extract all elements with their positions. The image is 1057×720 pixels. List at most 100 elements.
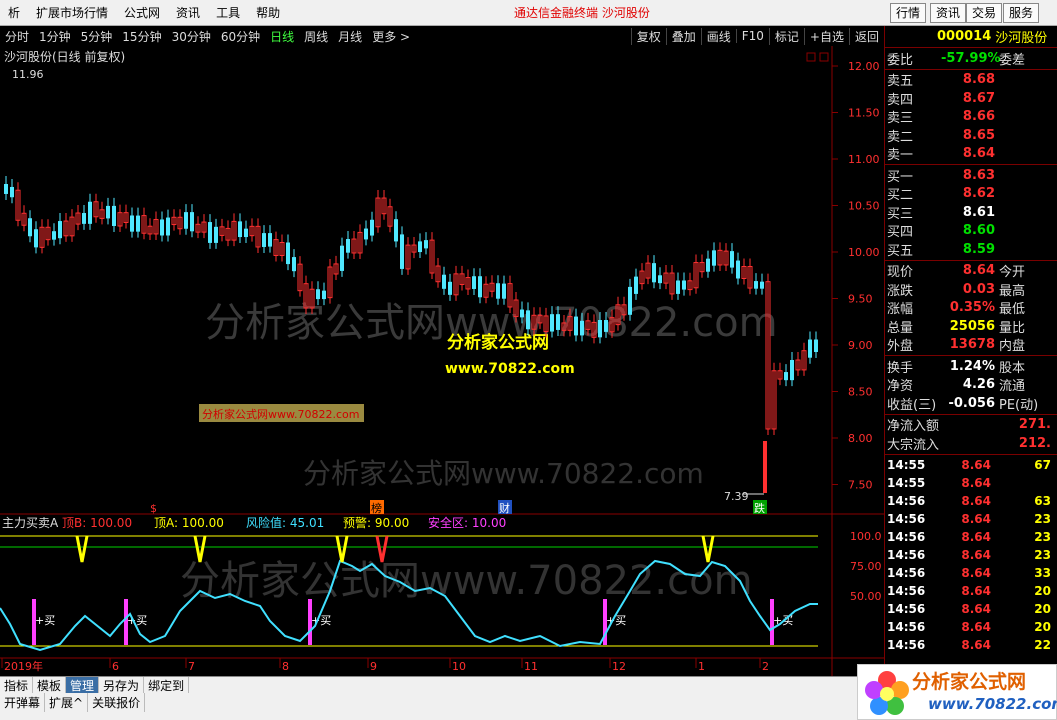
danmaku-button[interactable]: 开弹幕 bbox=[0, 693, 46, 712]
menu-bar: 析 扩展市场行情 公式网 资讯 工具 帮助 通达信金融终端 沙河股份 行情 资讯… bbox=[0, 0, 1057, 26]
tick-list[interactable]: 14:55 8.64 67 14:55 8.64 14:56 8.64 63 14:56 8.64… bbox=[885, 456, 1057, 654]
candle-body bbox=[448, 281, 452, 295]
bind-to-button[interactable]: 绑定到 bbox=[144, 676, 190, 694]
period-tab[interactable]: 30分钟 bbox=[167, 28, 216, 45]
manage-button[interactable]: 管理 bbox=[66, 676, 100, 694]
tick-cell: 8.64 bbox=[961, 457, 991, 472]
draw-button[interactable]: 画线 bbox=[700, 27, 736, 45]
quote-button[interactable]: 行情 bbox=[890, 3, 927, 23]
candle-body bbox=[214, 226, 218, 243]
mark-button[interactable]: 标记 bbox=[768, 27, 804, 45]
period-tab[interactable]: 周线 bbox=[299, 28, 333, 45]
indicator-field: 预警: 90.00 bbox=[343, 515, 409, 530]
tick-cell: 14:55 bbox=[887, 457, 926, 472]
period-tab[interactable]: 1分钟 bbox=[34, 28, 76, 45]
quote-value: 8.61 bbox=[962, 204, 995, 220]
period-tab[interactable]: 60分钟 bbox=[216, 28, 265, 45]
indicator-header: 主力买卖A bbox=[2, 516, 59, 530]
save-as-button[interactable]: 另存为 bbox=[99, 676, 145, 694]
buy-label: +买 bbox=[35, 614, 55, 627]
price-tick-label: 9.50 bbox=[848, 293, 873, 306]
menu-item-info[interactable]: 资讯 bbox=[168, 4, 208, 21]
template-button[interactable]: 模板 bbox=[33, 676, 67, 694]
tick-row: 14:56 8.64 63 bbox=[885, 492, 1057, 510]
add-watchlist-button[interactable]: +自选 bbox=[803, 27, 849, 45]
candle-body bbox=[784, 372, 788, 381]
tick-cell: 14:56 bbox=[887, 565, 926, 580]
tick-row: 14:56 8.64 23 bbox=[885, 546, 1057, 564]
quote-value: 8.68 bbox=[962, 72, 995, 88]
period-more[interactable]: 更多 > bbox=[367, 28, 415, 45]
stock-code: 000014 bbox=[937, 28, 992, 44]
service-button[interactable]: 服务 bbox=[1003, 3, 1040, 23]
candle-body bbox=[520, 309, 524, 318]
tick-cell: 8.64 bbox=[961, 619, 991, 634]
kline-chart[interactable]: 沙河股份(日线 前复权) 11.96 7.39 分析家公式网www.70822.… bbox=[0, 46, 884, 676]
info-button[interactable]: 资讯 bbox=[930, 3, 967, 23]
candle-body bbox=[634, 276, 638, 294]
period-tab-daily[interactable]: 日线 bbox=[265, 28, 299, 45]
indicator-name[interactable]: 主力买卖A bbox=[2, 516, 59, 530]
quote-label: 卖一 bbox=[887, 148, 914, 164]
candle-body bbox=[364, 228, 368, 240]
tick-row: 14:56 8.64 20 bbox=[885, 618, 1057, 636]
menu-item-formula[interactable]: 公式网 bbox=[116, 4, 168, 21]
tick-row: 14:56 8.64 33 bbox=[885, 564, 1057, 582]
menu-item-tools[interactable]: 工具 bbox=[208, 4, 248, 21]
tick-cell: 23 bbox=[1034, 529, 1051, 544]
menu-item-analysis[interactable]: 析 bbox=[0, 4, 28, 21]
period-tab[interactable]: 15分钟 bbox=[117, 28, 166, 45]
menu-item-extended-market[interactable]: 扩展市场行情 bbox=[28, 4, 116, 21]
watermark-url: www.70822.com bbox=[445, 361, 575, 377]
linked-quote-button[interactable]: 关联报价 bbox=[88, 693, 146, 712]
quote-value: 13678 bbox=[949, 337, 995, 353]
candle-body bbox=[478, 276, 482, 298]
indicator-button[interactable]: 指标 bbox=[0, 676, 34, 694]
weibi-label: 委比 bbox=[887, 52, 914, 68]
overlay-button[interactable]: 叠加 bbox=[665, 27, 701, 45]
back-button[interactable]: 返回 bbox=[848, 27, 884, 45]
marker-cai: 财 bbox=[499, 501, 510, 515]
quote-label: 收益(三) bbox=[887, 397, 937, 413]
candle-body bbox=[52, 231, 56, 240]
quote-row: 卖三 8.66 bbox=[885, 108, 1057, 126]
f10-button[interactable]: F10 bbox=[735, 29, 769, 43]
candle-body bbox=[682, 280, 686, 290]
quote-row: 净资 4.26 流通 bbox=[885, 376, 1057, 394]
quote-value: 8.66 bbox=[962, 109, 995, 125]
candle-body bbox=[346, 239, 350, 253]
date-label: 12 bbox=[612, 660, 626, 673]
candle-body bbox=[106, 205, 110, 219]
quote-label-2: 股本 bbox=[999, 360, 1026, 376]
candle-body bbox=[574, 316, 578, 336]
ask-list: 卖五 8.68 卖四 8.67 卖三 8.66 卖二 8.65 卖一 8.64 bbox=[885, 71, 1057, 164]
period-tab[interactable]: 分时 bbox=[0, 28, 34, 45]
price-tick-label: 10.00 bbox=[848, 246, 880, 259]
tick-cell: 8.64 bbox=[961, 529, 991, 544]
flow-row: 大宗流入 212. bbox=[885, 434, 1057, 453]
candle-body bbox=[34, 229, 38, 248]
weibi-row: 委比 -57.99% 委差 bbox=[885, 49, 1057, 68]
flower-logo-icon bbox=[865, 671, 909, 715]
quote-label: 外盘 bbox=[887, 339, 914, 355]
fuquan-button[interactable]: 复权 bbox=[630, 27, 666, 45]
tick-cell: 14:55 bbox=[887, 475, 926, 490]
candle-body bbox=[496, 283, 500, 299]
tick-cell: 67 bbox=[1034, 457, 1051, 472]
candle-body bbox=[166, 217, 170, 236]
period-tab[interactable]: 月线 bbox=[333, 28, 367, 45]
trade-button[interactable]: 交易 bbox=[966, 3, 1003, 23]
period-tab[interactable]: 5分钟 bbox=[76, 28, 118, 45]
quote-label-2: 内盘 bbox=[999, 339, 1026, 355]
menu-item-help[interactable]: 帮助 bbox=[248, 4, 288, 21]
flow-label: 净流入额 bbox=[887, 419, 940, 435]
indicator-axis: 100.0 75.00 50.00 bbox=[850, 530, 882, 603]
extend-button[interactable]: 扩展^ bbox=[45, 693, 89, 712]
quote-value: 8.62 bbox=[962, 186, 995, 202]
quote-row: 卖二 8.65 bbox=[885, 126, 1057, 145]
quote-row: 卖一 8.64 bbox=[885, 145, 1057, 164]
candle-body bbox=[442, 274, 446, 289]
candle-body bbox=[604, 320, 608, 332]
low-price-label: 7.39 bbox=[724, 490, 749, 503]
date-label: 7 bbox=[188, 660, 195, 673]
